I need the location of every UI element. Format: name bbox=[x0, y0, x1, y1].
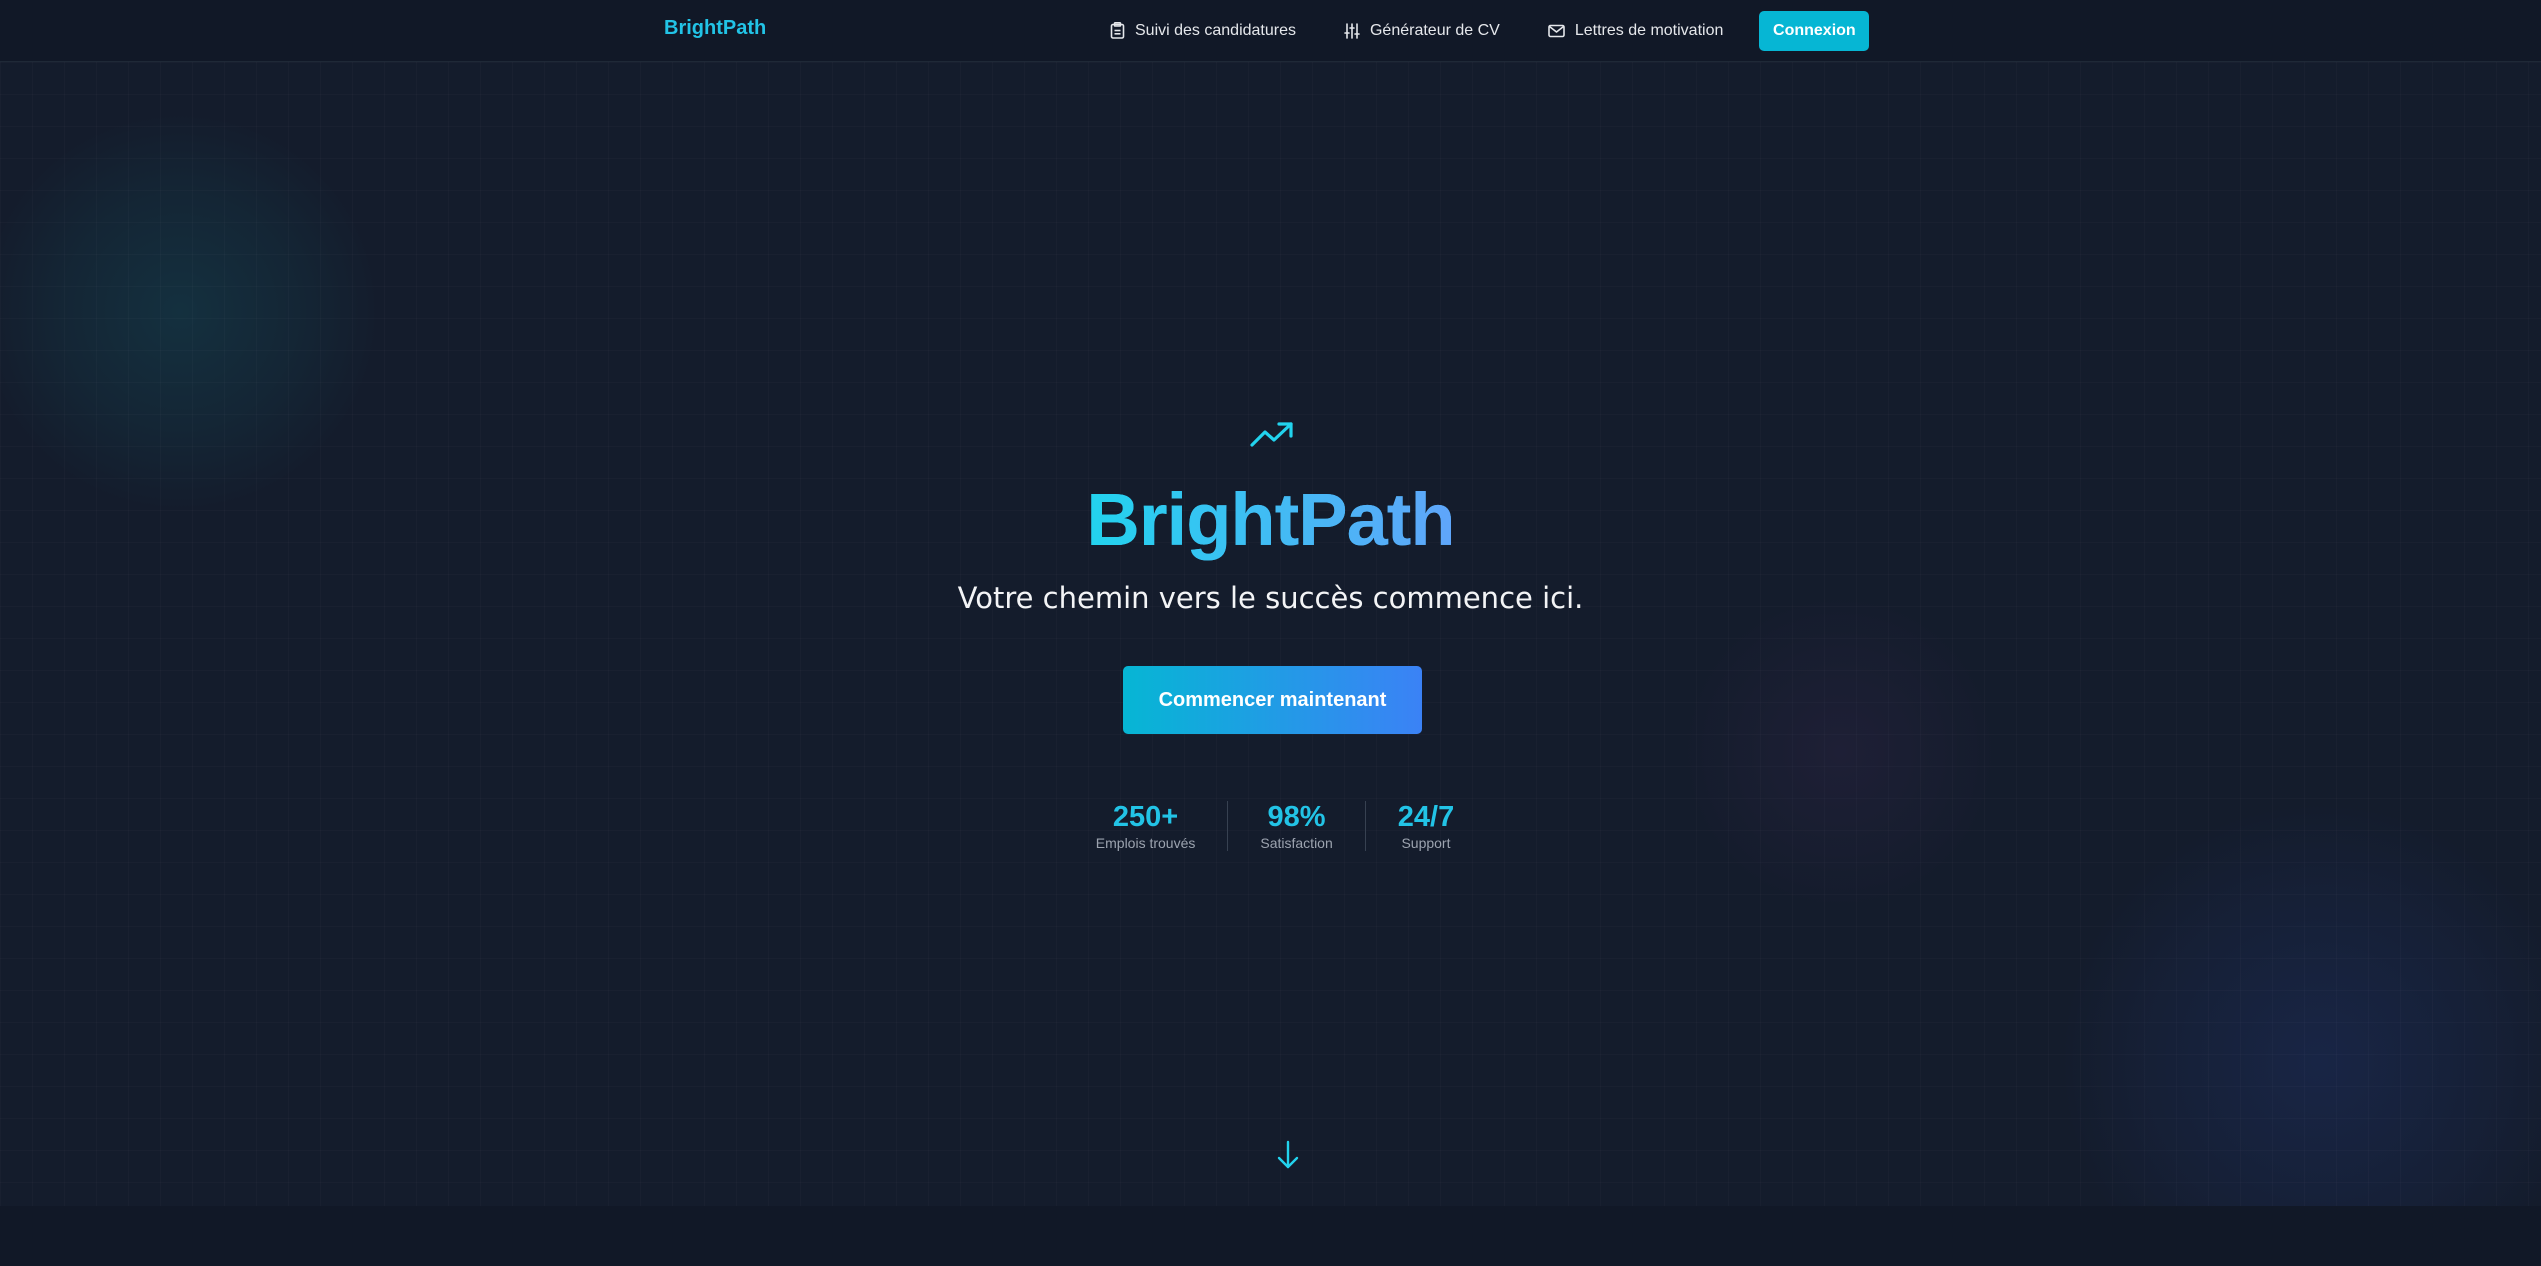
nav-links: Suivi des candidatures Générateur de CV bbox=[1110, 0, 1870, 61]
get-started-button[interactable]: Commencer maintenant bbox=[1123, 666, 1422, 734]
nav-link-label: Lettres de motivation bbox=[1574, 21, 1724, 39]
nav-link-label: Suivi des candidatures bbox=[1135, 21, 1296, 39]
stat-satisfaction: 98% Satisfaction bbox=[1227, 801, 1364, 851]
stat-jobs-found: 250+ Emplois trouvés bbox=[1088, 801, 1228, 851]
nav-link-cv-generator[interactable]: Générateur de CV bbox=[1344, 22, 1500, 40]
login-button[interactable]: Connexion bbox=[1759, 10, 1870, 51]
mail-icon bbox=[1548, 24, 1565, 38]
stat-label: Satisfaction bbox=[1260, 835, 1333, 851]
nav-link-label: Générateur de CV bbox=[1369, 21, 1500, 39]
stat-label: Support bbox=[1401, 835, 1451, 851]
sliders-icon bbox=[1344, 22, 1360, 39]
stat-label: Emplois trouvés bbox=[1095, 835, 1196, 851]
trending-up-icon bbox=[1250, 420, 1294, 454]
stat-value: 98% bbox=[1267, 801, 1326, 833]
page: BrightPath Suivi des candidatures Généra… bbox=[0, 0, 2541, 1266]
nav-link-application-tracking[interactable]: Suivi des candidatures bbox=[1110, 22, 1296, 40]
stat-support: 24/7 Support bbox=[1364, 801, 1462, 851]
stat-value: 250+ bbox=[1112, 801, 1179, 833]
stat-value: 24/7 bbox=[1397, 801, 1455, 833]
hero-title-text: BrightPath bbox=[1086, 478, 1455, 561]
arrow-down-icon[interactable] bbox=[1276, 1140, 1300, 1174]
next-section-edge bbox=[0, 1206, 2541, 1266]
top-navbar: BrightPath Suivi des candidatures Généra… bbox=[0, 0, 2541, 62]
clipboard-icon bbox=[1110, 22, 1125, 39]
hero-section bbox=[0, 62, 2541, 1206]
nav-link-cover-letters[interactable]: Lettres de motivation bbox=[1548, 21, 1724, 40]
hero-tagline: Votre chemin vers le succès commence ici… bbox=[957, 581, 1584, 615]
brand-logo[interactable]: BrightPath bbox=[664, 17, 766, 40]
stats-row: 250+ Emplois trouvés 98% Satisfaction 24… bbox=[1080, 798, 1470, 854]
hero-title: BrightPath bbox=[0, 468, 2541, 572]
